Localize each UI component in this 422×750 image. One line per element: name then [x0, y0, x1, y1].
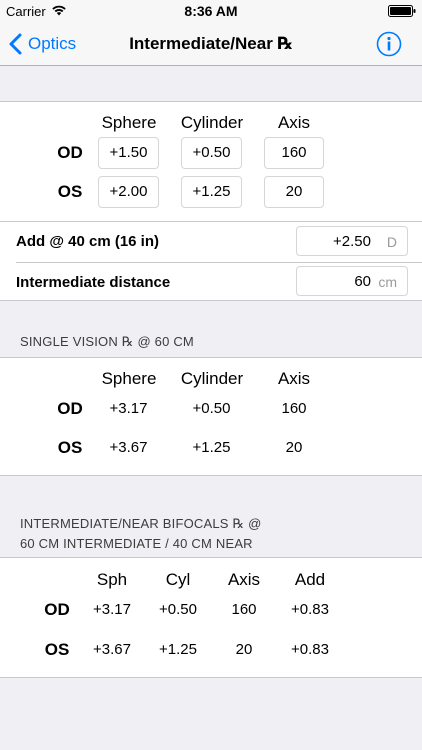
divider — [16, 262, 422, 263]
os-cylinder-field[interactable]: +1.25 — [181, 176, 242, 208]
column-header-sph: Sph — [96, 570, 128, 589]
od-axis-field[interactable]: 160 — [264, 137, 324, 169]
column-header-cylinder: Cylinder — [180, 113, 244, 132]
row-label-od: OD — [44, 600, 70, 619]
row-label-od: OD — [57, 399, 83, 418]
od-cyl-value: +0.50 — [159, 601, 197, 618]
intermediate-distance-field[interactable]: 60 cm — [296, 266, 408, 296]
chevron-left-icon — [9, 33, 22, 55]
back-button[interactable]: Optics — [8, 32, 76, 56]
od-axis-value: 160 — [231, 601, 257, 618]
os-axis-value: 20 — [285, 439, 303, 456]
os-add-value: +0.83 — [291, 641, 329, 658]
od-cylinder-value: +0.50 — [192, 400, 231, 417]
bifocals-section: Sph Cyl Axis Add OD +3.17 +0.50 160 +0.8… — [0, 557, 422, 678]
bifocals-header-line1: INTERMEDIATE/NEAR BIFOCALS ℞ @ — [20, 516, 262, 531]
single-vision-section: Sphere Cylinder Axis OD +3.17 +0.50 160 … — [0, 357, 422, 476]
row-label-os: OS — [57, 438, 83, 457]
add-field[interactable]: +2.50 D — [296, 226, 408, 256]
column-header-sphere: Sphere — [101, 369, 157, 388]
status-bar: Carrier 8:36 AM — [0, 0, 422, 22]
add-unit: D — [386, 234, 397, 250]
intermediate-distance-value: 60 — [354, 273, 371, 290]
column-header-cyl: Cyl — [165, 570, 191, 589]
intermediate-distance-label: Intermediate distance — [16, 274, 171, 291]
info-icon[interactable] — [376, 31, 402, 57]
column-header-sphere: Sphere — [101, 113, 157, 132]
single-vision-header: SINGLE VISION ℞ @ 60 CM — [20, 334, 194, 349]
navigation-bar: Optics Intermediate/Near ℞ — [0, 22, 422, 66]
os-sph-value: +3.67 — [93, 641, 131, 658]
add-label: Add @ 40 cm (16 in) — [16, 233, 159, 250]
bifocals-header-line2: 60 CM INTERMEDIATE / 40 CM NEAR — [20, 536, 253, 551]
od-add-value: +0.83 — [291, 601, 329, 618]
column-header-cylinder: Cylinder — [180, 369, 244, 388]
os-sphere-value: +3.67 — [109, 439, 148, 456]
column-header-axis: Axis — [277, 369, 311, 388]
os-cyl-value: +1.25 — [159, 641, 197, 658]
row-label-os: OS — [44, 640, 70, 659]
intermediate-distance-unit: cm — [378, 274, 397, 290]
od-axis-value: 160 — [281, 400, 307, 417]
status-time: 8:36 AM — [184, 3, 238, 19]
row-label-od: OD — [57, 143, 83, 162]
back-button-label: Optics — [28, 34, 77, 53]
add-value: +2.50 — [333, 233, 371, 250]
od-sphere-field[interactable]: +1.50 — [98, 137, 159, 169]
row-label-os: OS — [57, 182, 83, 201]
od-sphere-value: +3.17 — [109, 400, 148, 417]
input-section: Sphere Cylinder Axis OD +1.50 +0.50 160 … — [0, 101, 422, 301]
od-cylinder-field[interactable]: +0.50 — [181, 137, 242, 169]
battery-icon — [388, 5, 416, 17]
os-cylinder-value: +1.25 — [192, 439, 231, 456]
os-axis-value: 20 — [235, 641, 253, 658]
os-sphere-field[interactable]: +2.00 — [98, 176, 159, 208]
column-header-axis: Axis — [227, 570, 261, 589]
bifocals-header: INTERMEDIATE/NEAR BIFOCALS ℞ @ 60 CM INT… — [20, 514, 262, 554]
divider — [0, 221, 422, 222]
os-axis-field[interactable]: 20 — [264, 176, 324, 208]
column-header-add: Add — [294, 570, 326, 589]
column-header-axis: Axis — [277, 113, 311, 132]
od-sph-value: +3.17 — [93, 601, 131, 618]
